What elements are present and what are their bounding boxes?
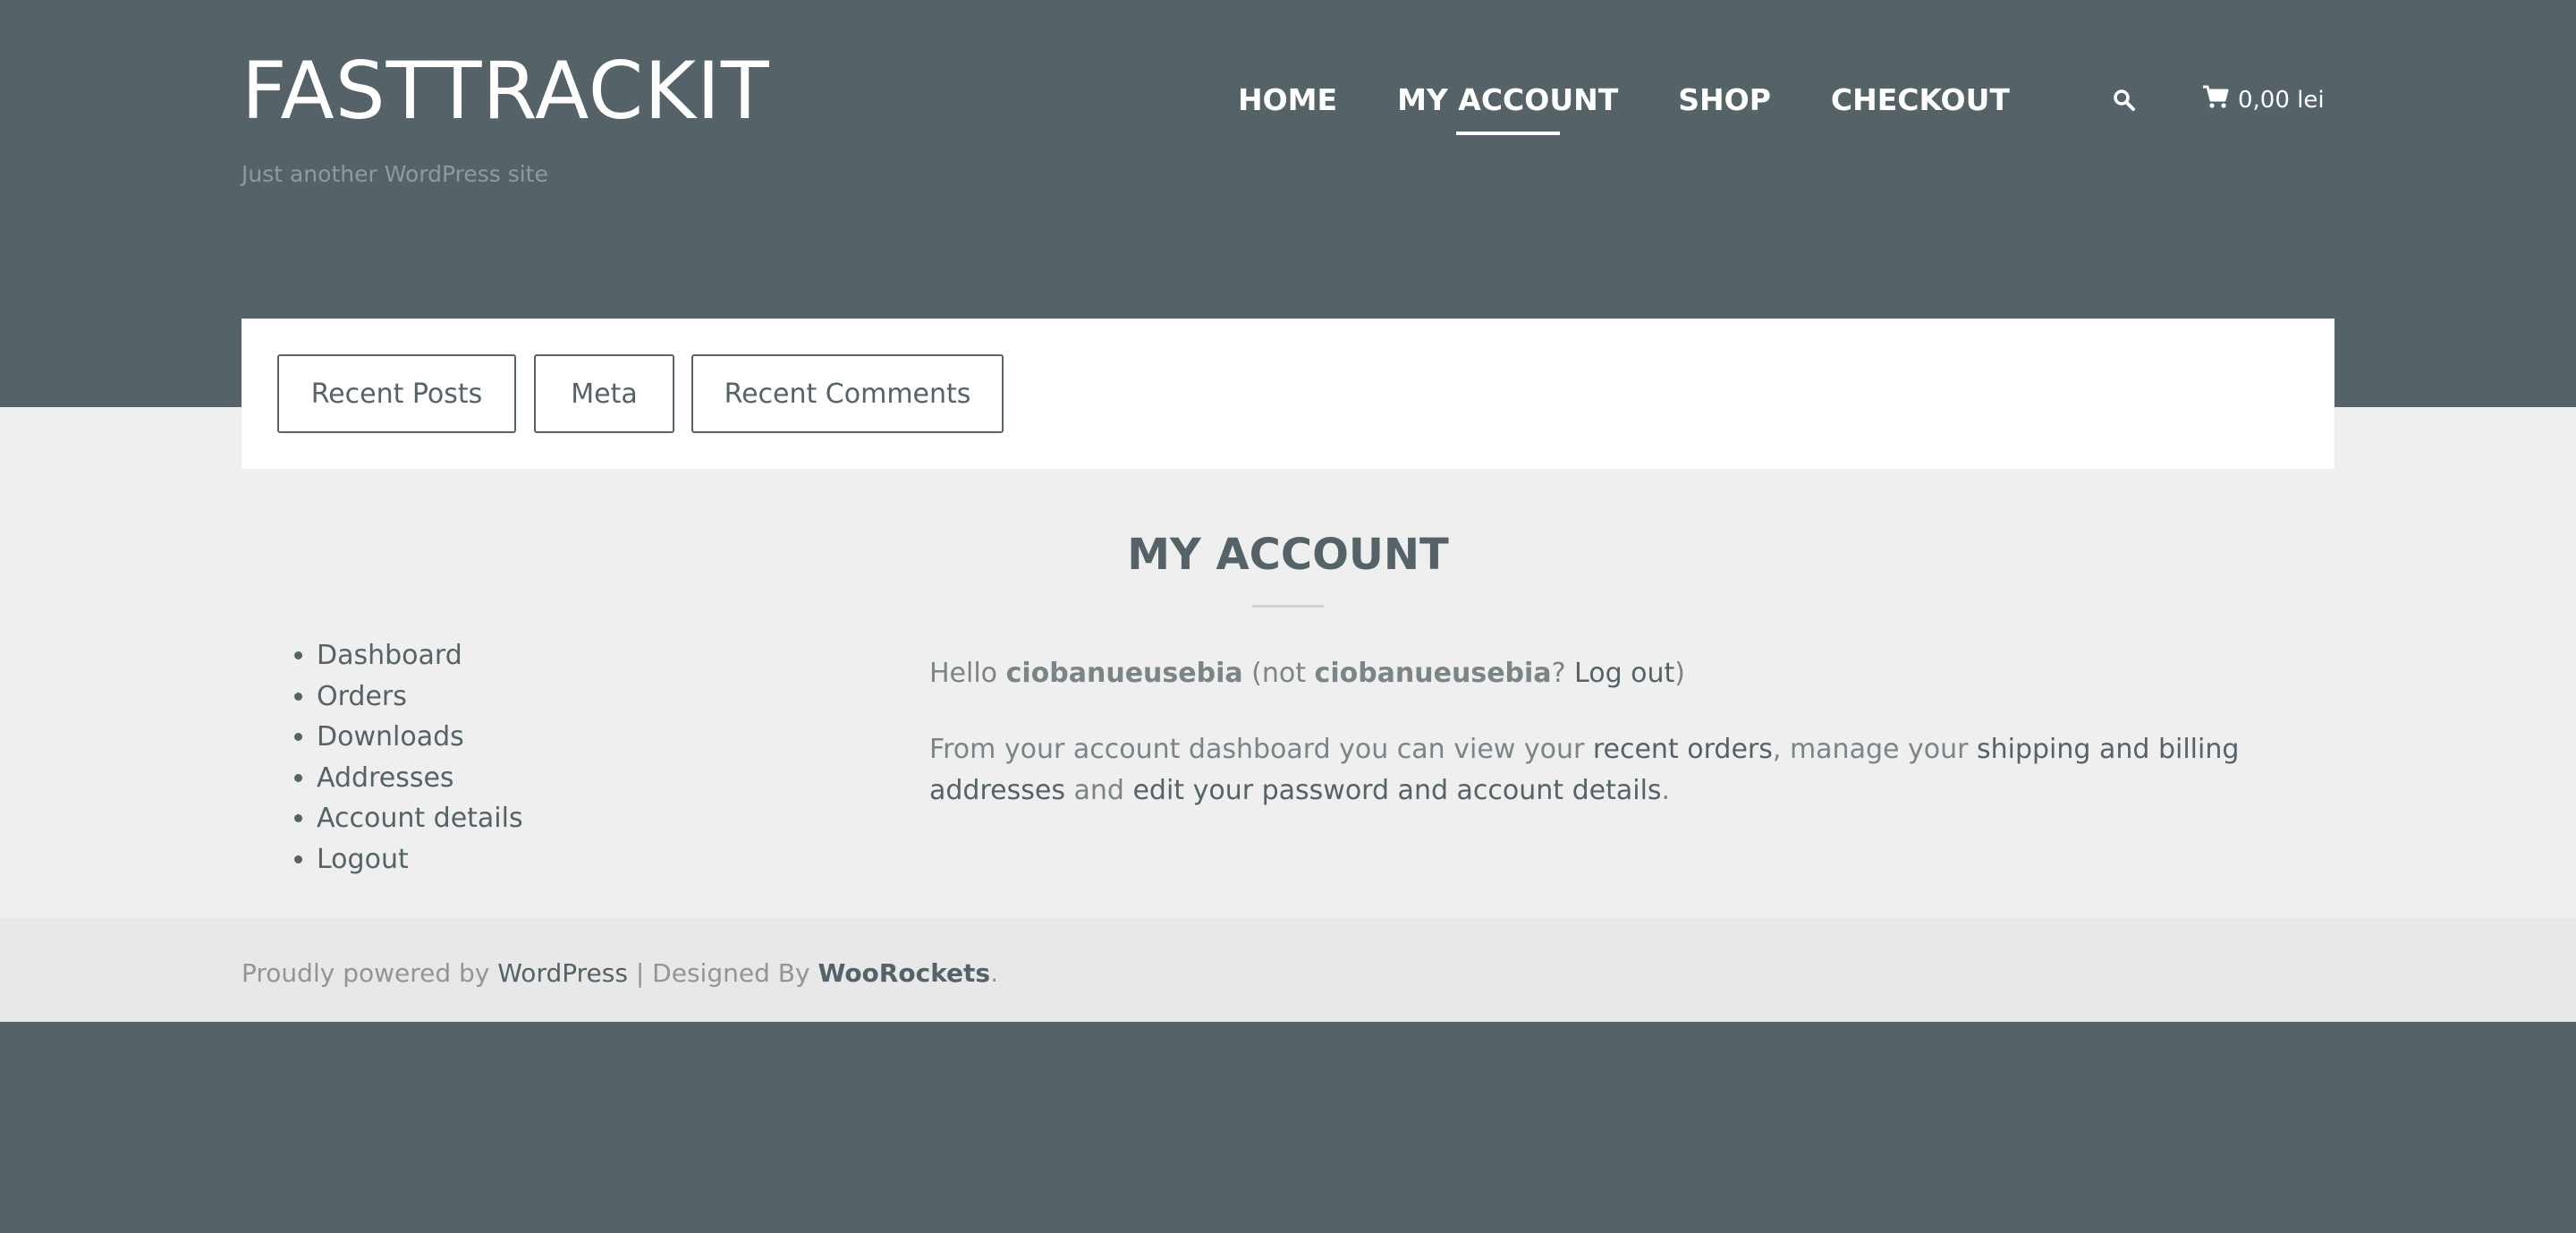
nav-item-shop[interactable]: SHOP bbox=[1678, 82, 1771, 117]
dashboard-text-3: and bbox=[1064, 775, 1133, 806]
greeting-text: Hello ciobanueusebia (not ciobanueusebia… bbox=[929, 653, 2325, 694]
greeting-close: ) bbox=[1674, 658, 1686, 689]
recent-posts-button[interactable]: Recent Posts bbox=[277, 354, 516, 433]
username-repeat: ciobanueusebia bbox=[1314, 658, 1552, 689]
widget-toolbar: Recent Posts Meta Recent Comments bbox=[242, 319, 2334, 469]
nav-item-home[interactable]: HOME bbox=[1238, 82, 1337, 117]
dashboard-text-4: . bbox=[1661, 775, 1671, 806]
footer-separator: | Designed By bbox=[627, 958, 818, 988]
account-nav-item: Orders bbox=[317, 676, 523, 718]
account-navigation: Dashboard Orders Downloads Addresses Acc… bbox=[290, 635, 523, 880]
cart-link[interactable]: 0,00 lei bbox=[2202, 84, 2325, 115]
account-nav-item: Account details bbox=[317, 798, 523, 839]
cart-amount: 0,00 lei bbox=[2238, 86, 2325, 114]
account-nav-item: Downloads bbox=[317, 717, 523, 758]
recent-comments-button[interactable]: Recent Comments bbox=[691, 354, 1004, 433]
meta-button[interactable]: Meta bbox=[534, 354, 674, 433]
account-nav-logout[interactable]: Logout bbox=[317, 844, 409, 875]
account-nav-item: Logout bbox=[317, 839, 523, 880]
account-nav-item: Dashboard bbox=[317, 635, 523, 676]
account-nav-orders[interactable]: Orders bbox=[317, 681, 407, 712]
account-nav-item: Addresses bbox=[317, 758, 523, 799]
greeting-qmark: ? bbox=[1551, 658, 1575, 689]
site-title[interactable]: FASTTRACKIT bbox=[242, 52, 770, 131]
footer-powered: Proudly powered by bbox=[242, 958, 498, 988]
dashboard-text-2: , manage your bbox=[1772, 734, 1977, 765]
account-nav-downloads[interactable]: Downloads bbox=[317, 721, 464, 753]
recent-orders-link[interactable]: recent orders bbox=[1593, 734, 1773, 765]
footer-credits: Proudly powered by WordPress | Designed … bbox=[242, 958, 998, 988]
cart-icon bbox=[2202, 84, 2229, 115]
page-title: MY ACCOUNT bbox=[1127, 530, 1449, 580]
wordpress-link[interactable]: WordPress bbox=[497, 958, 628, 988]
greeting-not: (not bbox=[1242, 658, 1315, 689]
footer-end: . bbox=[990, 958, 999, 988]
site-tagline: Just another WordPress site bbox=[242, 161, 548, 187]
account-nav-dashboard[interactable]: Dashboard bbox=[317, 640, 462, 671]
greeting-hello: Hello bbox=[929, 658, 1006, 689]
title-divider bbox=[1252, 605, 1324, 608]
username: ciobanueusebia bbox=[1005, 658, 1243, 689]
nav-item-checkout[interactable]: CHECKOUT bbox=[1831, 82, 2010, 117]
woorockets-link[interactable]: WooRockets bbox=[818, 958, 990, 988]
dashboard-description: From your account dashboard you can view… bbox=[929, 729, 2325, 812]
logout-link[interactable]: Log out bbox=[1574, 658, 1674, 689]
account-content: Hello ciobanueusebia (not ciobanueusebia… bbox=[929, 653, 2325, 812]
account-nav-account-details[interactable]: Account details bbox=[317, 803, 523, 834]
account-details-link[interactable]: edit your password and account details bbox=[1132, 775, 1661, 806]
search-icon[interactable] bbox=[2113, 89, 2136, 112]
account-nav-addresses[interactable]: Addresses bbox=[317, 762, 454, 794]
main-nav: HOME MY ACCOUNT SHOP CHECKOUT bbox=[1238, 82, 2010, 117]
nav-item-my-account[interactable]: MY ACCOUNT bbox=[1397, 82, 1618, 117]
dashboard-text-1: From your account dashboard you can view… bbox=[929, 734, 1593, 765]
